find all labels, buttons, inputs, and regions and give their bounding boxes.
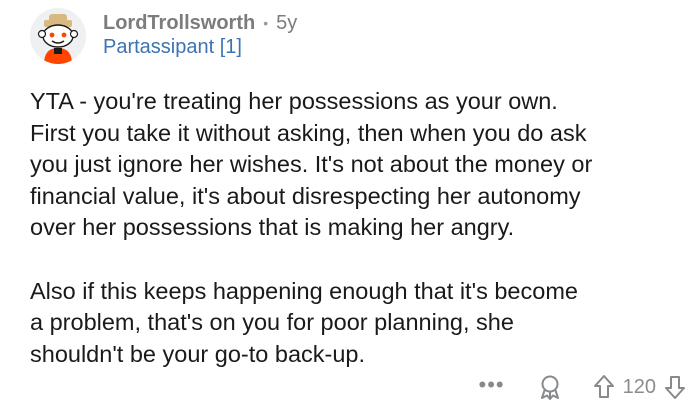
author-name[interactable]: LordTrollsworth (103, 12, 255, 35)
avatar[interactable] (30, 8, 86, 64)
avatar-icon (30, 8, 86, 64)
comment-meta: LordTrollsworth • 5y (103, 9, 297, 37)
comment-line: financial value, it's about disrespectin… (30, 182, 581, 209)
comment-age: 5y (276, 11, 298, 34)
vote-score: 120 (622, 375, 656, 398)
comment-paragraph-2: Also if this keeps happening enough that… (30, 276, 690, 371)
comment: LordTrollsworth • 5y Partassipant [1] YT… (0, 0, 700, 412)
comment-actions: ••• 120 (479, 370, 686, 404)
comment-paragraph-1: YTA - you're treating her possessions as… (30, 86, 690, 244)
comment-line: shouldn't be your go-to back-up. (30, 340, 366, 367)
comment-line: YTA - you're treating her possessions as… (30, 88, 558, 114)
comment-body: YTA - you're treating her possessions as… (30, 86, 690, 370)
comment-line: you just ignore her wishes. It's not abo… (30, 151, 593, 178)
comment-line: Also if this keeps happening enough that… (30, 277, 578, 304)
comment-line: over her possessions that is making her … (30, 214, 515, 241)
upvote-icon[interactable] (593, 374, 615, 400)
meta-separator: • (263, 15, 269, 31)
downvote-icon[interactable] (664, 374, 686, 400)
comment-line: First you take it without asking, then w… (30, 119, 587, 146)
user-flair: Partassipant [1] (103, 36, 242, 58)
comment-line: a problem, that's on you for poor planni… (30, 309, 514, 336)
award-icon[interactable] (537, 374, 563, 400)
more-icon[interactable]: ••• (479, 374, 505, 400)
